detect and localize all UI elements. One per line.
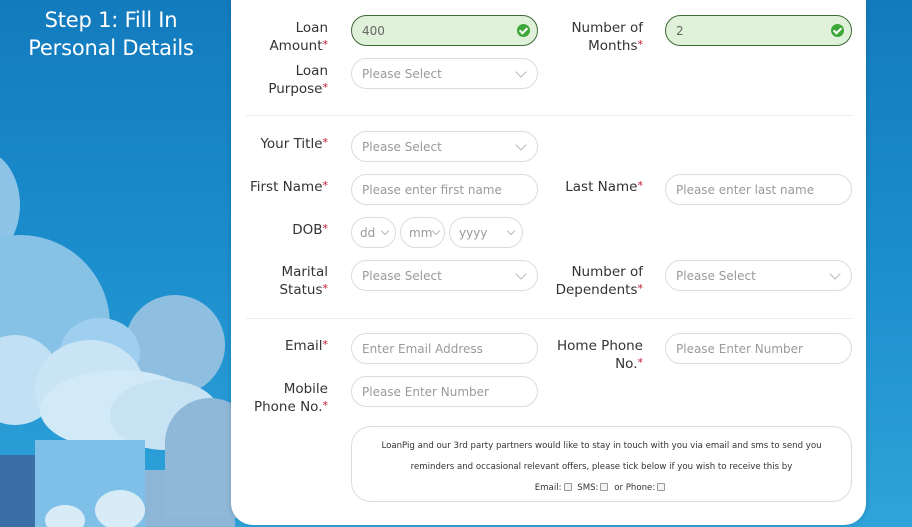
- consent-phone-checkbox[interactable]: [657, 482, 666, 491]
- first-name-label: First Name*: [249, 179, 329, 195]
- chevron-down-icon: [380, 226, 390, 235]
- your-title-select[interactable]: Please Select: [351, 131, 538, 162]
- marital-status-label: Marital Status*: [279, 264, 329, 298]
- building-shape: [0, 455, 35, 527]
- home-phone-label: Home Phone No.*: [557, 338, 644, 372]
- last-name-placeholder: Please enter last name: [676, 182, 815, 197]
- required-marker: *: [322, 136, 329, 149]
- dob-year-select[interactable]: yyyy: [449, 217, 523, 248]
- dob-month-select[interactable]: mm: [400, 217, 445, 248]
- consent-sms-label: SMS:: [577, 483, 599, 493]
- required-marker: *: [322, 222, 329, 235]
- last-name-input[interactable]: Please enter last name: [665, 174, 852, 205]
- number-of-dependents-label: Number of Dependents*: [555, 264, 644, 298]
- last-name-label: Last Name*: [565, 179, 644, 195]
- number-of-months-label: Number of Months*: [571, 20, 644, 54]
- consent-email-label: Email:: [534, 483, 562, 493]
- consent-text-line-2: reminders and occasional relevant offers…: [410, 462, 793, 472]
- required-marker: *: [322, 338, 329, 351]
- required-marker: *: [637, 356, 644, 369]
- email-input[interactable]: Enter Email Address: [351, 333, 538, 364]
- cloud-shape: [95, 490, 145, 527]
- chevron-down-icon: [515, 65, 527, 78]
- consent-sms-checkbox[interactable]: [600, 482, 609, 491]
- dob-day-value: dd: [360, 225, 376, 240]
- chevron-down-icon: [431, 226, 441, 235]
- required-marker: *: [637, 282, 644, 295]
- step-title: Step 1: Fill In Personal Details: [0, 6, 222, 62]
- consent-options: Email: SMS: or Phone:: [352, 478, 851, 499]
- required-marker: *: [637, 38, 644, 51]
- first-name-placeholder: Please enter first name: [362, 182, 502, 197]
- marital-status-select[interactable]: Please Select: [351, 260, 538, 291]
- loan-purpose-select[interactable]: Please Select: [351, 58, 538, 89]
- your-title-label: Your Title*: [260, 136, 329, 152]
- consent-text-line-1: LoanPig and our 3rd party partners would…: [381, 441, 822, 451]
- consent-email-checkbox[interactable]: [563, 482, 572, 491]
- step-title-line-1: Step 1: Fill In: [44, 8, 178, 32]
- chevron-down-icon: [506, 226, 516, 235]
- chevron-down-icon: [515, 138, 527, 151]
- loan-purpose-label: Loan Purpose*: [268, 63, 329, 97]
- number-of-dependents-select[interactable]: Please Select: [665, 260, 852, 291]
- email-placeholder: Enter Email Address: [362, 341, 483, 356]
- step-title-line-2: Personal Details: [28, 36, 194, 60]
- home-phone-placeholder: Please Enter Number: [676, 341, 803, 356]
- number-of-dependents-selected-value: Please Select: [676, 268, 756, 283]
- required-marker: *: [637, 179, 644, 192]
- consent-phone-label: or Phone:: [614, 483, 656, 493]
- number-of-months-input[interactable]: 2: [665, 15, 852, 46]
- required-marker: *: [322, 399, 329, 412]
- loan-amount-input[interactable]: 400: [351, 15, 538, 46]
- first-name-input[interactable]: Please enter first name: [351, 174, 538, 205]
- chevron-down-icon: [515, 267, 527, 280]
- section-divider: [246, 318, 852, 319]
- mobile-phone-placeholder: Please Enter Number: [362, 384, 489, 399]
- your-title-selected-value: Please Select: [362, 139, 442, 154]
- loan-amount-label: Loan Amount*: [269, 20, 329, 54]
- loan-purpose-selected-value: Please Select: [362, 66, 442, 81]
- required-marker: *: [322, 38, 329, 51]
- dob-month-value: mm: [409, 225, 433, 240]
- dob-year-value: yyyy: [459, 225, 488, 240]
- section-divider: [246, 115, 852, 116]
- marketing-consent-box: LoanPig and our 3rd party partners would…: [351, 426, 852, 502]
- dob-day-select[interactable]: dd: [351, 217, 396, 248]
- loan-amount-value: 400: [362, 23, 385, 38]
- dob-label: DOB*: [292, 222, 329, 238]
- chevron-down-icon: [829, 267, 841, 280]
- cloud-shape: [45, 505, 85, 527]
- required-marker: *: [322, 81, 329, 94]
- check-circle-icon: [517, 24, 530, 37]
- mobile-phone-label: Mobile Phone No.*: [253, 381, 329, 415]
- required-marker: *: [322, 179, 329, 192]
- email-label: Email*: [285, 338, 329, 354]
- mobile-phone-input[interactable]: Please Enter Number: [351, 376, 538, 407]
- number-of-months-value: 2: [676, 23, 684, 38]
- home-phone-input[interactable]: Please Enter Number: [665, 333, 852, 364]
- required-marker: *: [322, 282, 329, 295]
- check-circle-icon: [831, 24, 844, 37]
- marital-status-selected-value: Please Select: [362, 268, 442, 283]
